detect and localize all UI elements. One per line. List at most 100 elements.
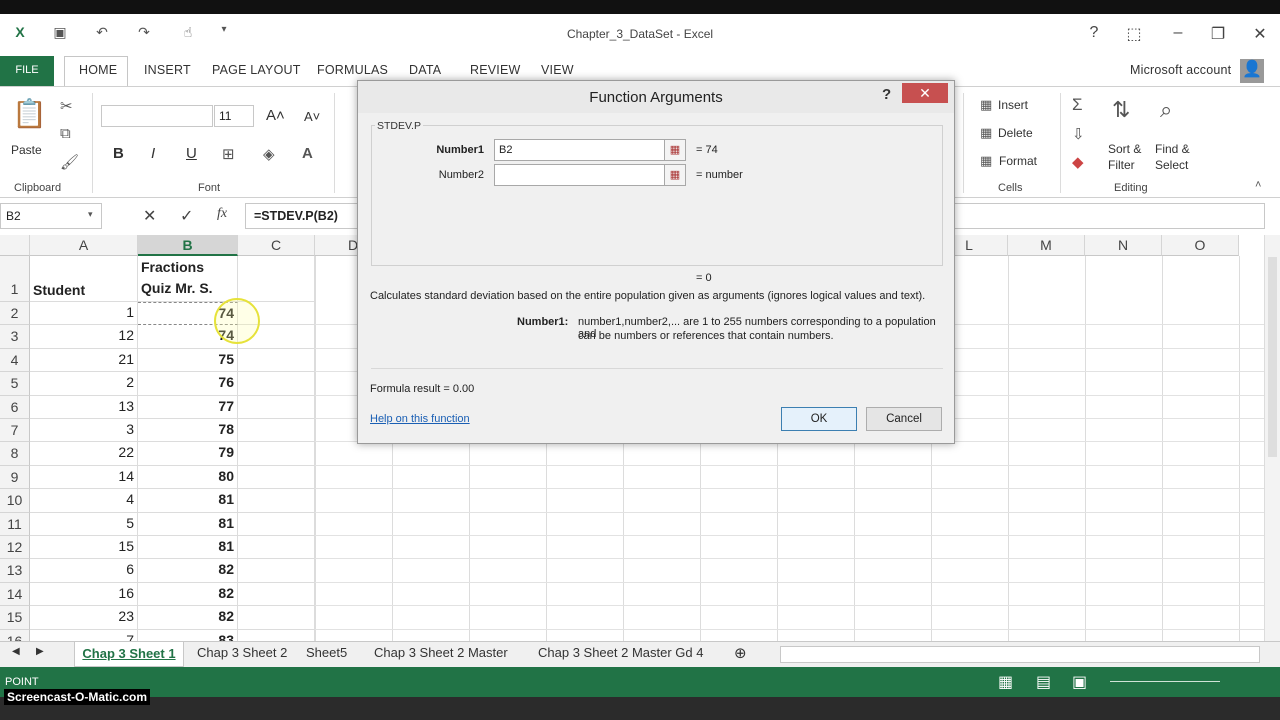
sheet-tab[interactable]: Chap 3 Sheet 2 Master xyxy=(374,645,508,660)
cell-score[interactable]: 82 xyxy=(138,606,238,630)
dialog-close-icon[interactable]: ✕ xyxy=(902,83,948,103)
font-color-icon[interactable]: A xyxy=(302,145,313,162)
cell-empty[interactable] xyxy=(238,419,315,443)
cancel-button[interactable]: Cancel xyxy=(866,407,942,431)
number1-input[interactable]: B2 xyxy=(494,139,666,161)
copy-icon[interactable]: ⧉ xyxy=(60,125,71,142)
vertical-scrollbar[interactable] xyxy=(1264,235,1280,641)
number1-collapse-icon[interactable]: ▦ xyxy=(664,139,686,161)
cut-icon[interactable]: ✂ xyxy=(60,97,73,115)
fill-color-icon[interactable]: ◈ xyxy=(263,145,275,163)
find-select-line1[interactable]: Find & xyxy=(1155,142,1190,156)
cell-score[interactable]: 81 xyxy=(138,512,238,536)
fill-icon[interactable]: ⇩ xyxy=(1072,125,1085,143)
dialog-help-icon[interactable]: ? xyxy=(882,86,891,103)
column-header-b[interactable]: B xyxy=(138,235,238,256)
underline-button[interactable]: U xyxy=(186,145,197,162)
ribbon-display-icon[interactable]: ⬚ xyxy=(1124,24,1144,44)
row-header[interactable]: 4 xyxy=(0,348,30,373)
help-icon[interactable]: ? xyxy=(1084,24,1104,42)
sheet-tab[interactable]: Chap 3 Sheet 2 xyxy=(197,645,287,660)
cell-score[interactable]: 75 xyxy=(138,348,238,373)
find-select-line2[interactable]: Select xyxy=(1155,158,1188,172)
insert-cells-icon[interactable]: ▦ xyxy=(980,97,992,113)
name-box-dropdown-icon[interactable]: ▾ xyxy=(88,209,93,220)
tab-review[interactable]: REVIEW xyxy=(470,63,521,77)
cell-score[interactable]: 80 xyxy=(138,465,238,490)
sort-filter-line1[interactable]: Sort & xyxy=(1108,142,1141,156)
cell-student[interactable]: 5 xyxy=(30,512,138,536)
collapse-ribbon-icon[interactable]: ˄ xyxy=(1255,179,1261,191)
cell-score[interactable]: 76 xyxy=(138,372,238,396)
delete-cells-button[interactable]: Delete xyxy=(998,126,1033,140)
tab-file[interactable]: FILE xyxy=(0,56,54,86)
cell-empty[interactable] xyxy=(238,559,315,583)
cell-empty[interactable] xyxy=(238,629,315,641)
row-header[interactable]: 15 xyxy=(0,606,30,630)
cell-score[interactable]: 83 xyxy=(138,629,238,641)
name-box[interactable]: B2 xyxy=(0,203,102,229)
cell-empty[interactable] xyxy=(238,465,315,490)
paste-button[interactable]: Paste xyxy=(11,143,42,157)
cell-score[interactable]: 81 xyxy=(138,489,238,513)
account-name[interactable]: Microsoft account xyxy=(1130,63,1231,77)
row-header[interactable]: 10 xyxy=(0,489,30,513)
cell-score[interactable]: 79 xyxy=(138,442,238,466)
format-painter-icon[interactable]: 🖌 xyxy=(60,153,79,171)
row-header[interactable]: 6 xyxy=(0,395,30,419)
sort-filter-line2[interactable]: Filter xyxy=(1108,158,1135,172)
cell-empty[interactable] xyxy=(238,442,315,466)
sort-filter-icon[interactable]: ⇅ xyxy=(1112,97,1130,123)
shrink-font-icon[interactable]: A˅ xyxy=(304,109,320,124)
number2-collapse-icon[interactable]: ▦ xyxy=(664,164,686,186)
cell-score[interactable]: 77 xyxy=(138,395,238,419)
column-header-m[interactable]: M xyxy=(1008,235,1085,256)
delete-cells-icon[interactable]: ▦ xyxy=(980,125,992,141)
cell-student[interactable]: 7 xyxy=(30,629,138,641)
cell-student[interactable]: 22 xyxy=(30,442,138,466)
normal-view-icon[interactable]: ▦ xyxy=(998,672,1013,692)
tab-home[interactable]: HOME xyxy=(79,63,117,77)
row-header[interactable]: 13 xyxy=(0,559,30,583)
cell-student[interactable]: 21 xyxy=(30,348,138,373)
cancel-entry-icon[interactable]: ✕ xyxy=(143,206,156,226)
tab-view[interactable]: VIEW xyxy=(541,63,574,77)
cell-empty[interactable] xyxy=(238,512,315,536)
cell-empty[interactable] xyxy=(238,536,315,560)
row-header[interactable]: 2 xyxy=(0,302,30,326)
select-all-corner[interactable] xyxy=(0,235,30,256)
cell-student[interactable]: 2 xyxy=(30,372,138,396)
autosum-icon[interactable]: Σ xyxy=(1072,95,1083,115)
zoom-slider[interactable] xyxy=(1110,681,1220,682)
restore-icon[interactable]: ❐ xyxy=(1208,24,1228,44)
cell-student[interactable]: 13 xyxy=(30,395,138,419)
ok-button[interactable]: OK xyxy=(781,407,857,431)
cell-student[interactable]: 4 xyxy=(30,489,138,513)
format-cells-icon[interactable]: ▦ xyxy=(980,153,992,169)
row-header[interactable]: 9 xyxy=(0,465,30,490)
column-header-c[interactable]: C xyxy=(238,235,315,256)
sheet-tab[interactable]: Chap 3 Sheet 2 Master Gd 4 xyxy=(538,645,703,660)
font-size-select[interactable]: 11 xyxy=(214,105,254,127)
row-header[interactable]: 12 xyxy=(0,536,30,560)
cell-student[interactable]: 3 xyxy=(30,419,138,443)
clear-icon[interactable]: ◆ xyxy=(1072,153,1084,171)
window-close-icon[interactable]: ✕ xyxy=(1250,24,1270,44)
tab-formulas[interactable]: FORMULAS xyxy=(317,63,388,77)
cell-score[interactable]: 81 xyxy=(138,536,238,560)
row-header[interactable]: 7 xyxy=(0,419,30,443)
cell-score[interactable]: 82 xyxy=(138,582,238,607)
cell-a1[interactable]: Student xyxy=(30,256,138,302)
sheet-tab-active[interactable]: Chap 3 Sheet 1 xyxy=(74,642,184,667)
page-break-view-icon[interactable]: ▣ xyxy=(1072,672,1087,692)
dialog-title-bar[interactable]: Function Arguments ? ✕ xyxy=(358,81,954,113)
row-header[interactable]: 8 xyxy=(0,442,30,466)
grow-font-icon[interactable]: A˄ xyxy=(266,107,285,124)
cell-student[interactable]: 23 xyxy=(30,606,138,630)
font-name-select[interactable] xyxy=(101,105,213,127)
sheet-tab[interactable]: Sheet5 xyxy=(306,645,347,660)
cell-empty[interactable] xyxy=(238,606,315,630)
minimize-icon[interactable]: – xyxy=(1168,24,1188,42)
vertical-scroll-thumb[interactable] xyxy=(1268,257,1277,457)
number2-input[interactable] xyxy=(494,164,666,186)
